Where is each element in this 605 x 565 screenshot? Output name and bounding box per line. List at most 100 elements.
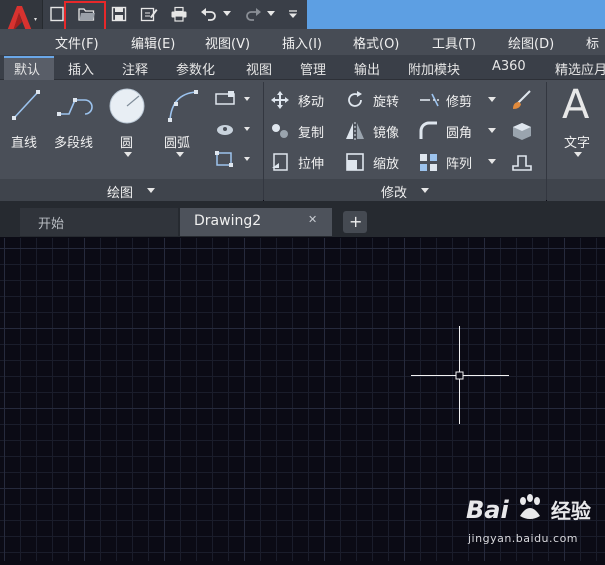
- save-icon[interactable]: [108, 3, 130, 25]
- chevron-down-icon[interactable]: [147, 188, 155, 194]
- chevron-down-icon[interactable]: [488, 159, 496, 165]
- arc-icon: [168, 90, 198, 122]
- menu-format[interactable]: 格式(O): [353, 33, 399, 52]
- mirror-tool[interactable]: 镜像: [345, 121, 415, 141]
- circle-tool[interactable]: [108, 86, 146, 130]
- save-as-icon[interactable]: [138, 3, 160, 25]
- draw-panel-title[interactable]: 绘图: [107, 182, 133, 201]
- mirror-icon: [346, 122, 364, 140]
- watermark-brand-tail: 经验: [550, 499, 591, 523]
- panel-divider: [263, 82, 264, 200]
- text-tool[interactable]: A 文字: [558, 82, 602, 164]
- watermark-brand: Bai: [466, 496, 509, 524]
- fillet-tool-label: 圆角: [446, 126, 473, 141]
- array-tool[interactable]: 阵列: [418, 152, 498, 172]
- chevron-down-icon[interactable]: [176, 152, 184, 158]
- panel-divider: [546, 82, 547, 200]
- stretch-tool[interactable]: 拉伸: [270, 152, 340, 172]
- circle-tool-label: 圆: [120, 136, 134, 151]
- tab-manage[interactable]: 管理: [300, 59, 326, 78]
- rectangle-icon: [215, 91, 250, 105]
- tab-addins[interactable]: 附加模块: [408, 59, 460, 78]
- text-icon: A: [562, 82, 590, 128]
- customize-icon[interactable]: [284, 3, 302, 25]
- menu-edit[interactable]: 编辑(E): [131, 33, 175, 52]
- menu-tools[interactable]: 工具(T): [432, 33, 476, 52]
- tab-output[interactable]: 输出: [354, 59, 380, 78]
- tab-drawing2-label: Drawing2: [194, 213, 262, 229]
- menu-view[interactable]: 视图(V): [205, 33, 250, 52]
- fillet-icon: [419, 121, 437, 139]
- hatch-icon: [217, 125, 250, 135]
- trim-tool[interactable]: 修剪: [418, 90, 498, 110]
- text-tool-label: 文字: [564, 136, 591, 151]
- array-icon: [420, 154, 437, 171]
- rotate-tool[interactable]: 旋转: [345, 90, 415, 110]
- stretch-icon: [272, 153, 288, 171]
- print-icon[interactable]: [168, 3, 190, 25]
- copy-tool-label: 复制: [298, 126, 325, 141]
- paw-logo-icon: [519, 494, 540, 519]
- close-icon[interactable]: ✕: [308, 213, 317, 226]
- tab-insert[interactable]: 插入: [68, 59, 94, 78]
- arc-tool-label: 圆弧: [164, 136, 191, 151]
- tab-featured-apps[interactable]: 精选应月: [555, 59, 605, 78]
- tab-view[interactable]: 视图: [246, 59, 272, 78]
- stretch-tool-label: 拉伸: [298, 157, 325, 172]
- polyline-tool-label: 多段线: [54, 136, 94, 151]
- explode-tool[interactable]: [510, 120, 536, 142]
- chevron-down-icon[interactable]: [421, 188, 429, 194]
- tab-parametric[interactable]: 参数化: [176, 59, 215, 78]
- undo-icon[interactable]: [198, 3, 220, 25]
- baidu-watermark: Bai 经验: [466, 494, 591, 524]
- copy-tool[interactable]: 复制: [270, 121, 340, 141]
- region-tool[interactable]: [214, 150, 254, 168]
- chevron-down-icon[interactable]: [124, 152, 132, 158]
- modify-panel-title[interactable]: 修改: [381, 182, 407, 201]
- redo-icon[interactable]: [242, 3, 264, 25]
- trim-icon: [420, 93, 440, 107]
- polyline-icon: [57, 98, 93, 116]
- line-tool-label: 直线: [11, 136, 38, 151]
- watermark-url: jingyan.baidu.com: [468, 532, 579, 545]
- polyline-tool[interactable]: [55, 86, 101, 126]
- mirror-tool-label: 镜像: [373, 126, 400, 141]
- highlight-box: [64, 1, 106, 32]
- undo-dropdown-icon[interactable]: [220, 3, 234, 25]
- arc-tool[interactable]: [162, 86, 202, 130]
- tab-drawing2[interactable]: Drawing2 ✕: [180, 208, 332, 236]
- fillet-tool[interactable]: 圆角: [418, 121, 498, 141]
- offset-tool[interactable]: [510, 151, 536, 173]
- tab-a360[interactable]: A360: [492, 59, 526, 74]
- menu-draw[interactable]: 绘图(D): [508, 33, 554, 52]
- scale-tool[interactable]: 缩放: [345, 152, 415, 172]
- redo-dropdown-icon[interactable]: [264, 3, 278, 25]
- move-tool[interactable]: 移动: [270, 90, 340, 110]
- cube-icon: [513, 123, 531, 140]
- array-tool-label: 阵列: [446, 157, 473, 172]
- chevron-down-icon[interactable]: [488, 97, 496, 103]
- erase-tool[interactable]: [510, 89, 536, 111]
- chevron-down-icon[interactable]: [488, 128, 496, 134]
- menu-dimension[interactable]: 标: [586, 33, 599, 52]
- rotate-tool-label: 旋转: [373, 95, 400, 110]
- circle-icon: [109, 88, 145, 124]
- brush-icon: [513, 90, 531, 109]
- hatch-tool[interactable]: [214, 120, 254, 138]
- offset-icon: [512, 155, 532, 171]
- tab-start-label: 开始: [38, 217, 65, 232]
- crosshair-cursor: [411, 326, 509, 424]
- title-bar-area: [307, 0, 605, 29]
- tab-default[interactable]: 默认: [14, 59, 40, 78]
- new-tab-button[interactable]: +: [343, 211, 367, 233]
- copy-icon: [272, 124, 288, 138]
- plus-icon: +: [349, 212, 363, 231]
- menu-insert[interactable]: 插入(I): [282, 33, 322, 52]
- rectangle-tool[interactable]: [214, 90, 254, 108]
- scale-icon: [346, 153, 364, 171]
- scale-tool-label: 缩放: [373, 157, 400, 172]
- tab-annotate[interactable]: 注释: [122, 59, 148, 78]
- tab-start[interactable]: 开始: [20, 208, 178, 236]
- menu-file[interactable]: 文件(F): [55, 33, 99, 52]
- annotation-panel-title-bar[interactable]: [547, 179, 605, 201]
